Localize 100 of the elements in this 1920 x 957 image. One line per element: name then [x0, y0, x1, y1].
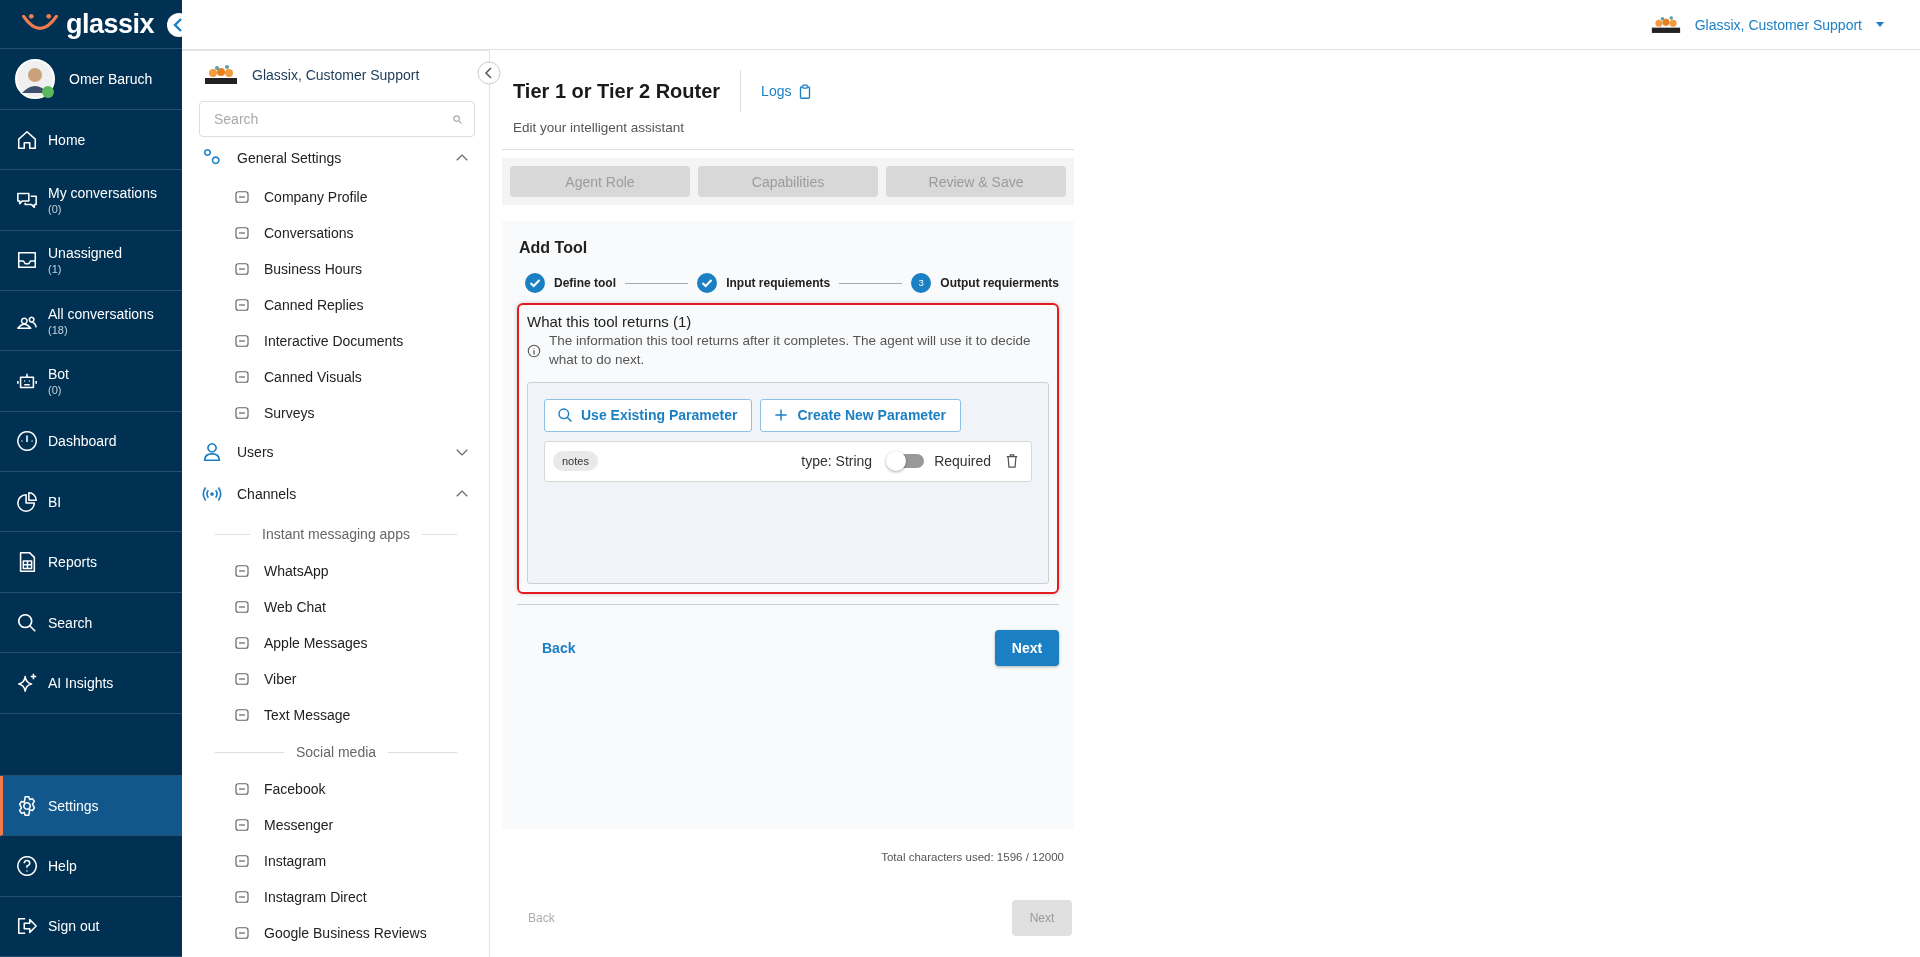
menu-link[interactable]: Canned Visuals [199, 359, 475, 395]
item-icon [233, 598, 251, 616]
item-icon [233, 368, 251, 386]
nav-label: Dashboard [48, 433, 117, 450]
back-link[interactable]: Back [542, 639, 576, 656]
item-icon [233, 188, 251, 206]
nav-label: My conversations [48, 184, 157, 201]
menu-link[interactable]: Business Hours [199, 251, 475, 287]
nav-label: All conversations [48, 305, 154, 322]
nav-label: Settings [48, 797, 99, 814]
caret-icon[interactable] [1876, 22, 1884, 27]
item-icon [233, 634, 251, 652]
item-icon [233, 780, 251, 798]
nav-item[interactable]: Settings [0, 775, 182, 837]
nav-item[interactable]: Dashboard [0, 411, 182, 473]
help-icon [16, 855, 38, 877]
section-title: What this tool returns (1) [527, 313, 693, 330]
menu-link[interactable]: Facebook [199, 771, 475, 807]
clipboard-icon [799, 83, 812, 99]
nav-item[interactable]: BI [0, 472, 182, 533]
step-label: Define tool [554, 276, 616, 290]
menu-link[interactable]: Canned Replies [199, 287, 475, 323]
nav-label: Bot [48, 366, 69, 383]
nav-item[interactable]: Search [0, 592, 182, 654]
trash-icon[interactable] [1005, 453, 1019, 470]
settings-section[interactable]: Channels [199, 473, 475, 515]
nav-label: Help [48, 858, 77, 874]
menu-link[interactable]: Apple Messages [199, 625, 475, 661]
gauge-icon [16, 430, 38, 453]
step-number: 3 [911, 273, 932, 293]
settings-icon [16, 794, 38, 817]
nav-item[interactable]: All conversations (18) [0, 291, 182, 352]
menu-link[interactable]: Messenger [199, 807, 475, 843]
parameter-chip: notes [553, 451, 598, 472]
home-icon [16, 128, 38, 151]
item-icon [233, 816, 251, 834]
card-title: Add Tool [519, 239, 589, 257]
info-icon [527, 343, 541, 358]
menu-link[interactable]: Text Message [199, 697, 475, 733]
nav-item[interactable]: Home [0, 109, 182, 171]
required-toggle[interactable] [888, 454, 925, 469]
menu-link[interactable]: Instagram [199, 843, 475, 879]
search-icon [557, 407, 573, 424]
nav-count: (18) [48, 323, 69, 336]
use-existing-button[interactable]: Use Existing Parameter [544, 398, 753, 432]
nav-item[interactable]: Help [0, 836, 182, 897]
group-heading: Instant messaging apps [262, 526, 410, 542]
pie-chart-icon [16, 490, 38, 513]
next-button[interactable]: Next [995, 629, 1059, 666]
nav-item[interactable]: AI Insights [0, 653, 182, 714]
nav-label: Unassigned [48, 245, 122, 262]
nav-item[interactable]: Reports [0, 532, 182, 593]
nav-item[interactable]: Unassigned (1) [0, 230, 182, 291]
item-icon [233, 296, 251, 314]
settings-section[interactable]: General Settings [199, 137, 475, 179]
menu-link[interactable]: Google Business Reviews [199, 915, 475, 951]
search-icon [452, 114, 463, 125]
menu-link[interactable]: Conversations [199, 215, 475, 251]
nav-label: BI [48, 493, 62, 510]
menu-link[interactable]: Web Chat [199, 589, 475, 625]
user-name: Omer Baruch [69, 71, 153, 88]
item-icon [233, 562, 251, 580]
nav-count: (1) [48, 263, 63, 276]
item-icon [233, 224, 251, 242]
item-icon [233, 706, 251, 724]
character-count: Total characters used: 1596 / 12000 [880, 851, 1064, 863]
menu-link[interactable]: Viber [199, 661, 475, 697]
nav-label: Home [48, 131, 86, 148]
brand-name: glassix [66, 8, 155, 40]
nav-item[interactable]: My conversations (0) [0, 170, 182, 231]
create-parameter-button[interactable]: Create New Parameter [760, 398, 962, 432]
search-field[interactable]: Search [199, 101, 475, 137]
page-title: Tier 1 or Tier 2 Router [513, 79, 721, 103]
parameter-type: type: String [801, 453, 873, 470]
menu-link[interactable]: Interactive Documents [199, 323, 475, 359]
nav-item[interactable]: Sign out [0, 896, 182, 957]
nav-item[interactable]: Bot (0) [0, 351, 182, 412]
menu-link[interactable]: WhatsApp [199, 553, 475, 589]
item-icon [233, 670, 251, 688]
required-label: Required [934, 453, 991, 470]
logs-link[interactable]: Logs [761, 83, 812, 99]
item-icon [233, 260, 251, 278]
nav-count: (0) [48, 202, 63, 215]
nav-label: Search [48, 614, 93, 631]
search-icon [16, 611, 38, 634]
team-logo-drawing [204, 65, 238, 85]
item-icon [233, 888, 251, 906]
settings-section[interactable]: Users [199, 431, 475, 473]
menu-link[interactable]: Company Profile [199, 179, 475, 215]
item-icon [233, 924, 251, 942]
menu-link[interactable]: Instagram Direct [199, 879, 475, 915]
organization-name: Glassix, Customer Support [252, 67, 420, 83]
sparkle-icon [16, 671, 38, 694]
account-switcher[interactable]: Glassix, Customer Support [1694, 16, 1862, 33]
nav-count: (0) [48, 384, 63, 397]
menu-link[interactable]: Surveys [199, 395, 475, 431]
nav-label: Sign out [48, 918, 100, 935]
team-logo-drawing [1650, 15, 1681, 34]
page-subtitle: Edit your intelligent assistant [512, 120, 686, 135]
avatar-icon[interactable] [15, 59, 55, 100]
